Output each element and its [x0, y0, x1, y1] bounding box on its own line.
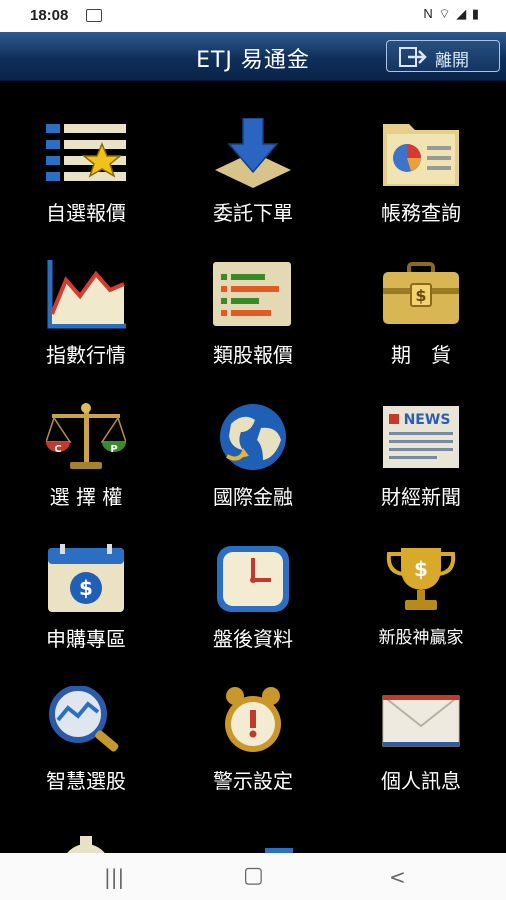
bar-list-icon — [213, 262, 291, 326]
tile-label: 警示設定 — [213, 769, 293, 793]
exit-icon — [399, 47, 427, 67]
tile-order[interactable]: 委託下單 — [169, 104, 337, 244]
envelope-icon — [382, 695, 460, 747]
home-button[interactable]: ▢ — [243, 863, 264, 888]
tile-label: 財經新聞 — [381, 485, 461, 509]
svg-text:P: P — [110, 444, 117, 455]
tile-news[interactable]: NEWS 財經新聞 — [337, 388, 505, 528]
tile-watchlist[interactable]: 自選報價 — [2, 104, 170, 244]
svg-text:$: $ — [414, 557, 428, 581]
tile-label: 類股報價 — [213, 343, 293, 367]
tile-options[interactable]: C P 選 擇 權 — [2, 388, 170, 528]
pencil-icon — [265, 848, 293, 853]
tile-subscription[interactable]: $ 申購專區 — [2, 530, 170, 670]
tile-alert-settings[interactable]: 警示設定 — [169, 672, 337, 812]
tile-label: 新股神贏家 — [378, 628, 464, 648]
line-chart-icon — [47, 260, 126, 329]
watchlist-star-icon — [46, 124, 126, 181]
status-time: 18:08 — [30, 7, 69, 24]
balance-scale-icon: C P — [46, 403, 126, 469]
tile-label: 指數行情 — [46, 343, 126, 367]
clock-icon — [217, 546, 289, 612]
download-arrow-icon — [215, 118, 291, 188]
tile-sector[interactable]: 類股報價 — [169, 246, 337, 386]
gallery-icon — [86, 9, 102, 22]
newspaper-icon: NEWS — [383, 406, 459, 468]
tile-label: 申購專區 — [46, 627, 126, 651]
tile-label: 個人訊息 — [381, 769, 461, 793]
svg-text:NEWS: NEWS — [404, 412, 451, 428]
tile-account[interactable]: 帳務查詢 — [337, 104, 505, 244]
tile-smart-screener[interactable]: 智慧選股 — [2, 672, 170, 812]
folder-pie-chart-icon — [383, 124, 459, 186]
tile-label: 自選報價 — [46, 201, 126, 225]
globe-icon — [220, 404, 286, 470]
magnifier-chart-icon — [49, 686, 119, 752]
calendar-dollar-icon: $ — [48, 544, 124, 612]
svg-text:C: C — [54, 444, 61, 455]
briefcase-dollar-icon: $ — [383, 262, 459, 324]
tile-ipo-winner[interactable]: $ 新股神贏家 — [337, 530, 505, 670]
tile-international[interactable]: 國際金融 — [169, 388, 337, 528]
tile-label: 帳務查詢 — [381, 201, 461, 225]
tile-label: 盤後資料 — [213, 627, 293, 651]
trophy-icon: $ — [386, 548, 456, 610]
gear-icon — [67, 836, 105, 853]
tile-edit-partial[interactable] — [169, 814, 337, 853]
svg-text:$: $ — [415, 286, 426, 305]
tile-index[interactable]: 指數行情 — [2, 246, 170, 386]
tile-label: 委託下單 — [213, 201, 293, 225]
tile-futures[interactable]: $ 期 貨 — [337, 246, 505, 386]
app-header: ETJ 易通金 離開 — [0, 32, 506, 81]
exit-label: 離開 — [435, 51, 469, 71]
recent-apps-button[interactable]: ||| — [104, 865, 124, 889]
exit-button[interactable]: 離開 — [386, 40, 500, 72]
tile-label: 期 貨 — [391, 343, 451, 367]
back-button[interactable]: < — [389, 865, 406, 889]
tile-after-hours[interactable]: 盤後資料 — [169, 530, 337, 670]
tile-personal-messages[interactable]: 個人訊息 — [337, 672, 505, 812]
status-bar: 18:08 N ⌔ ◢ ▮ — [0, 0, 506, 32]
tile-label: 智慧選股 — [46, 769, 126, 793]
tile-label: 國際金融 — [213, 485, 293, 509]
system-nav-bar: ||| ▢ < — [0, 853, 506, 900]
tile-settings-partial[interactable] — [2, 814, 170, 853]
svg-text:$: $ — [79, 576, 93, 600]
tile-label: 選 擇 權 — [49, 485, 123, 509]
status-icons: N ⌔ ◢ ▮ — [423, 6, 480, 21]
alarm-clock-icon — [225, 687, 281, 752]
